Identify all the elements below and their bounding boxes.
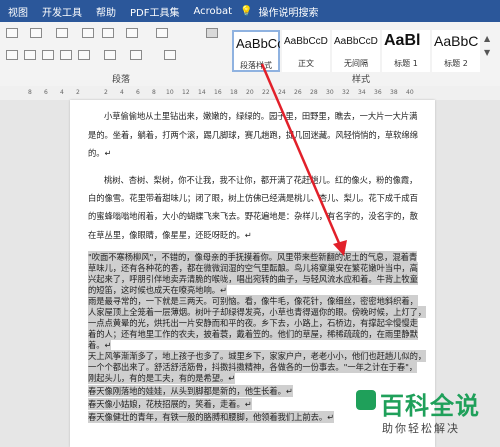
align-left-icon[interactable] bbox=[6, 50, 18, 60]
doc-line: 的蜜蜂嗡嗡地闹着，大小的蝴蝶飞来飞去。野花遍地是：杂样儿，有名字的，没名字的，散 bbox=[88, 211, 418, 221]
horizontal-ruler[interactable]: 8 6 4 2 2 4 6 8 10 12 14 16 18 20 22 24 … bbox=[0, 86, 500, 101]
watermark-title: 百科全说 bbox=[380, 392, 480, 420]
line-spacing-icon[interactable] bbox=[104, 50, 116, 60]
selected-line: 着的人；还有地里工作的农夫，披着蓑，戴着笠的。他们的草屋，稀稀疏疏的，在雨里静默 bbox=[88, 328, 418, 340]
styles-scroll-up-icon[interactable]: ▲ bbox=[484, 34, 490, 43]
bullets-icon[interactable] bbox=[6, 28, 18, 38]
style-normal[interactable]: AaBbCcDc 正文 bbox=[282, 30, 330, 72]
menu-item-help[interactable]: 帮助 bbox=[96, 4, 116, 19]
selected-line: 刚起头儿，有的是工夫，有的是希望。↵ bbox=[88, 372, 236, 384]
styles-scroll-down-icon[interactable]: ▼ bbox=[484, 48, 490, 57]
menu-item-pdf-tools[interactable]: PDF工具集 bbox=[130, 4, 179, 19]
doc-line: 桃树、杏树、梨树，你不让我，我不让你，都开满了花赶趟儿。红的像火，粉的像霞， bbox=[104, 175, 418, 185]
numbering-icon[interactable] bbox=[30, 28, 42, 38]
style-heading-1[interactable]: AaBl 标题 1 bbox=[382, 30, 430, 72]
menu-item-developer[interactable]: 开发工具 bbox=[42, 4, 82, 19]
selected-line: 春天像健壮的青年，有铁一般的胳膊和腰脚，他领着我们上前去。↵ bbox=[88, 411, 335, 423]
selected-line: 春天像小姑娘，花枝招展的，笑着，走着。↵ bbox=[88, 398, 252, 410]
justify-icon[interactable] bbox=[60, 50, 72, 60]
decrease-indent-icon[interactable] bbox=[82, 28, 94, 38]
shading-icon[interactable] bbox=[130, 50, 142, 60]
styles-group-label: 样式 bbox=[352, 75, 371, 85]
selected-line: 春天像刚落地的娃娃，从头到脚都是新的，他生长着。↵ bbox=[88, 385, 293, 397]
ribbon: 段落 AaBbCcI 段落样式 AaBbCcDc 正文 AaBbCcDc 无间隔… bbox=[0, 22, 500, 87]
show-marks-icon[interactable] bbox=[206, 28, 218, 38]
align-right-icon[interactable] bbox=[42, 50, 54, 60]
menu-bar: 视图 开发工具 帮助 PDF工具集 Acrobat 💡 操作说明搜索 bbox=[0, 0, 500, 22]
watermark-subtitle: 助你轻松解决 bbox=[382, 422, 460, 435]
style-paragraph-style[interactable]: AaBbCcI 段落样式 bbox=[232, 30, 280, 72]
menu-item-view[interactable]: 视图 bbox=[8, 4, 28, 19]
style-no-spacing[interactable]: AaBbCcDc 无间隔 bbox=[332, 30, 380, 72]
borders-icon[interactable] bbox=[164, 50, 176, 60]
lightbulb-icon: 💡 bbox=[240, 5, 253, 17]
paragraph-group-label: 段落 bbox=[112, 75, 131, 85]
doc-line: 小草偷偷地从土里钻出来，嫩嫩的，绿绿的。园子里，田野里，瞧去，一大片一大片满 bbox=[104, 111, 418, 121]
brand-logo-icon bbox=[356, 390, 376, 410]
doc-line: 的。↵ bbox=[88, 148, 112, 158]
sort-icon[interactable] bbox=[156, 28, 168, 38]
multilevel-list-icon[interactable] bbox=[56, 28, 68, 38]
chinese-layout-icon[interactable] bbox=[126, 28, 138, 38]
align-center-icon[interactable] bbox=[24, 50, 36, 60]
doc-line: 白的像雪。花里带着甜味儿；闭了眼，树上仿佛已经满是桃儿、杏儿、梨儿。花下成千成百 bbox=[88, 193, 418, 203]
distributed-icon[interactable] bbox=[78, 50, 90, 60]
watermark: 百科全说 助你轻松解决 bbox=[356, 382, 500, 447]
increase-indent-icon[interactable] bbox=[102, 28, 114, 38]
doc-line: 在草丛里，像眼睛，像星星，还眨呀眨的。↵ bbox=[88, 230, 252, 240]
tell-me-search[interactable]: 操作说明搜索 bbox=[259, 4, 319, 19]
style-heading-2[interactable]: AaBbC 标题 2 bbox=[432, 30, 480, 72]
menu-item-acrobat[interactable]: Acrobat bbox=[193, 6, 232, 17]
doc-line: 是的。坐着，躺着，打两个滚，踢几脚球，赛几趟跑，捉几回迷藏。风轻悄悄的，草软绵绵 bbox=[88, 130, 418, 140]
